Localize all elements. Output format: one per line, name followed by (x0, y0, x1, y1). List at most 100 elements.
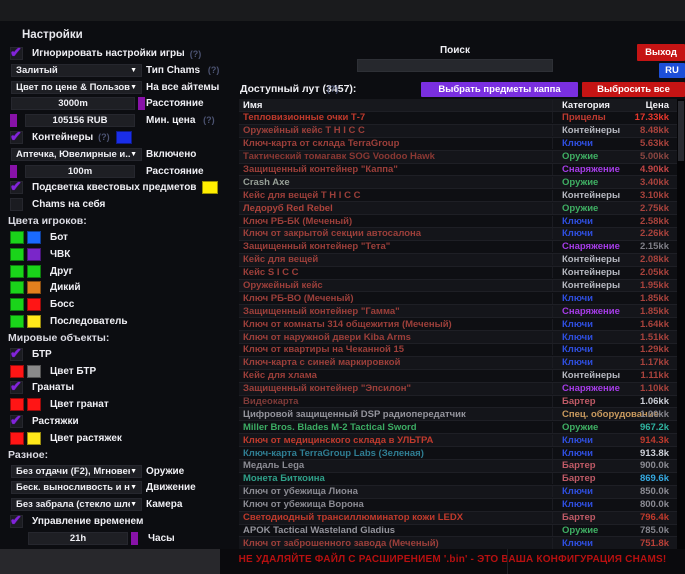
player-color-swatch-2[interactable] (27, 248, 41, 261)
movement-dropdown[interactable]: Беск. выносливость и нет уста▼ (11, 481, 142, 494)
drop-all-button[interactable]: Выбросить все (582, 82, 685, 97)
table-row[interactable]: Ключ-карта от склада TerraGroupКлючи5.63… (239, 138, 677, 151)
checkmark-icon: ✔ (10, 512, 22, 529)
btr-color-swatch-2[interactable] (27, 365, 41, 378)
containers-checkbox[interactable]: ✔ (10, 131, 23, 144)
table-row[interactable]: Тактический томагавк SOG Voodoo HawkОруж… (239, 151, 677, 164)
table-row[interactable]: Ключ от закрытой секции автосалонаКлючи2… (239, 228, 677, 241)
language-button[interactable]: RU (659, 63, 685, 78)
container-filter-dropdown[interactable]: Аптечка, Ювелирные и...▼ (11, 148, 142, 161)
quest-highlight-color-swatch[interactable] (202, 181, 218, 194)
tripwires-checkbox[interactable]: ✔ (10, 415, 23, 428)
btr-row: ✔ БТР (8, 348, 234, 361)
quest-highlight-checkbox[interactable]: ✔ (10, 181, 23, 194)
item-name: Ключ-карта TerraGroup Labs (Зеленая) (239, 448, 552, 459)
table-row[interactable]: Ключ от убежища ЛионаКлючи850.0k (239, 486, 677, 499)
table-row[interactable]: Ключ от медицинского склада в УЛЬТРАКлюч… (239, 434, 677, 447)
player-color-swatch-2[interactable] (27, 315, 41, 328)
item-name: Видеокарта (239, 396, 552, 407)
player-color-swatch-1[interactable] (10, 248, 24, 261)
item-price: 850.0k (634, 486, 677, 497)
table-row[interactable]: Ключ-карта с синей маркировкойКлючи1.17k… (239, 357, 677, 370)
container-distance-color-swatch[interactable] (10, 165, 17, 178)
container-filter-value: Аптечка, Ювелирные и... (16, 149, 130, 160)
hours-input[interactable]: 21h (28, 532, 128, 545)
container-distance-input[interactable]: 100m (25, 165, 135, 178)
table-row[interactable]: Светодиодный трансиллюминатор кожи LEDXБ… (239, 512, 677, 525)
camera-dropdown[interactable]: Без забрала (стекло шлема)▼ (11, 498, 142, 511)
table-row[interactable]: Кейс для хламаКонтейнеры1.11kk (239, 370, 677, 383)
table-row[interactable]: Ключ от убежища ВоронаКлючи800.0k (239, 499, 677, 512)
table-row[interactable]: Оружейный кейс T H I C CКонтейнеры8.48kk (239, 125, 677, 138)
table-row[interactable]: Ледоруб Red RebelОружие2.75kk (239, 202, 677, 215)
table-row[interactable]: Защищенный контейнер "Гамма"Снаряжение1.… (239, 305, 677, 318)
table-row[interactable]: Ключ от наружной двери Kiba ArmsКлючи1.5… (239, 331, 677, 344)
player-color-swatch-2[interactable] (27, 281, 41, 294)
table-row[interactable]: Цифровой защищенный DSP радиопередатчикС… (239, 408, 677, 421)
btr-color-row: Цвет БТР (8, 365, 234, 378)
min-price-color-swatch[interactable] (10, 114, 17, 127)
player-color-swatch-1[interactable] (10, 298, 24, 311)
tripwire-color-swatch-1[interactable] (10, 432, 24, 445)
table-row[interactable]: Ключ-карта TerraGroup Labs (Зеленая)Ключ… (239, 447, 677, 460)
player-color-swatch-2[interactable] (27, 231, 41, 244)
table-row[interactable]: Ключ РБ-ВО (Меченый)Ключи1.85kk (239, 292, 677, 305)
containers-label: Контейнеры (32, 132, 93, 143)
tripwire-color-swatch-2[interactable] (27, 432, 41, 445)
grenade-color-swatch-2[interactable] (27, 398, 41, 411)
min-price-input[interactable]: 105156 RUB (25, 114, 135, 127)
grenade-color-swatch-1[interactable] (10, 398, 24, 411)
table-row[interactable]: APOK Tactical Wasteland GladiusОружие785… (239, 525, 677, 538)
color-mode-dropdown[interactable]: Цвет по цене & Пользователь▼ (11, 81, 142, 94)
table-row[interactable]: Crash AxeОружие3.40kk (239, 176, 677, 189)
table-row[interactable]: Защищенный контейнер "Эпсилон"Снаряжение… (239, 383, 677, 396)
containers-color-swatch[interactable] (116, 131, 132, 144)
self-chams-checkbox[interactable] (10, 198, 23, 211)
grenades-row: ✔ Гранаты (8, 381, 234, 394)
player-color-swatch-2[interactable] (27, 265, 41, 278)
item-category: Ключи (552, 319, 634, 330)
scrollbar[interactable] (677, 99, 685, 569)
player-color-label: Последователь (50, 316, 128, 327)
table-row[interactable]: Ключ РБ-БК (Меченый)Ключи2.58kk (239, 215, 677, 228)
checkmark-icon: ✔ (10, 178, 22, 195)
table-row[interactable]: Ключ от комнаты 314 общежития (Меченый)К… (239, 318, 677, 331)
self-chams-label: Chams на себя (32, 199, 105, 210)
table-row[interactable]: Медаль LegaБартер900.0k (239, 460, 677, 473)
search-input[interactable] (357, 59, 553, 72)
table-row[interactable]: Оружейный кейсКонтейнеры1.95kk (239, 280, 677, 293)
item-category: Ключи (552, 499, 634, 510)
table-row[interactable]: Кейс S I C CКонтейнеры2.05kk (239, 267, 677, 280)
table-row[interactable]: Тепловизионные очки Т-7Прицелы17.33kk (239, 112, 677, 125)
scrollbar-thumb[interactable] (678, 101, 684, 161)
item-category: Оружие (552, 177, 634, 188)
table-row[interactable]: Защищенный контейнер "Каппа"Снаряжение4.… (239, 164, 677, 177)
table-row[interactable]: Miller Bros. Blades M-2 Tactical SwordОр… (239, 421, 677, 434)
table-row[interactable]: Защищенный контейнер "Тета"Снаряжение2.1… (239, 241, 677, 254)
table-row[interactable]: Ключ от квартиры на Чеканной 15Ключи1.29… (239, 344, 677, 357)
btr-checkbox[interactable]: ✔ (10, 348, 23, 361)
chams-type-value: Залитый (16, 65, 58, 76)
btr-color-label: Цвет БТР (50, 366, 96, 377)
chams-type-dropdown[interactable]: Залитый▼ (11, 64, 142, 77)
time-control-checkbox[interactable]: ✔ (10, 515, 23, 528)
player-color-swatch-1[interactable] (10, 231, 24, 244)
table-row[interactable]: ВидеокартаБартер1.06kk (239, 396, 677, 409)
ignore-game-settings-checkbox[interactable]: ✔ (10, 47, 23, 60)
player-color-swatch-1[interactable] (10, 315, 24, 328)
hours-color-swatch[interactable] (131, 532, 138, 545)
btr-color-swatch-1[interactable] (10, 365, 24, 378)
player-color-swatch-1[interactable] (10, 265, 24, 278)
player-color-swatch-2[interactable] (27, 298, 41, 311)
distance-color-swatch[interactable] (138, 97, 145, 110)
checkmark-icon: ✔ (10, 412, 22, 429)
table-row[interactable]: Кейс для вещейКонтейнеры2.08kk (239, 254, 677, 267)
distance-input[interactable]: 3000m (11, 97, 135, 110)
exit-button[interactable]: Выход (637, 44, 685, 61)
weapon-dropdown[interactable]: Без отдачи (F2), Мгновенное п▼ (11, 465, 142, 478)
table-row[interactable]: Монета БиткоинаБартер869.6k (239, 473, 677, 486)
table-row[interactable]: Кейс для вещей T H I C CКонтейнеры3.10kk (239, 189, 677, 202)
grenades-checkbox[interactable]: ✔ (10, 381, 23, 394)
player-color-swatch-1[interactable] (10, 281, 24, 294)
select-kappa-items-button[interactable]: Выбрать предметы каппа (421, 82, 578, 97)
